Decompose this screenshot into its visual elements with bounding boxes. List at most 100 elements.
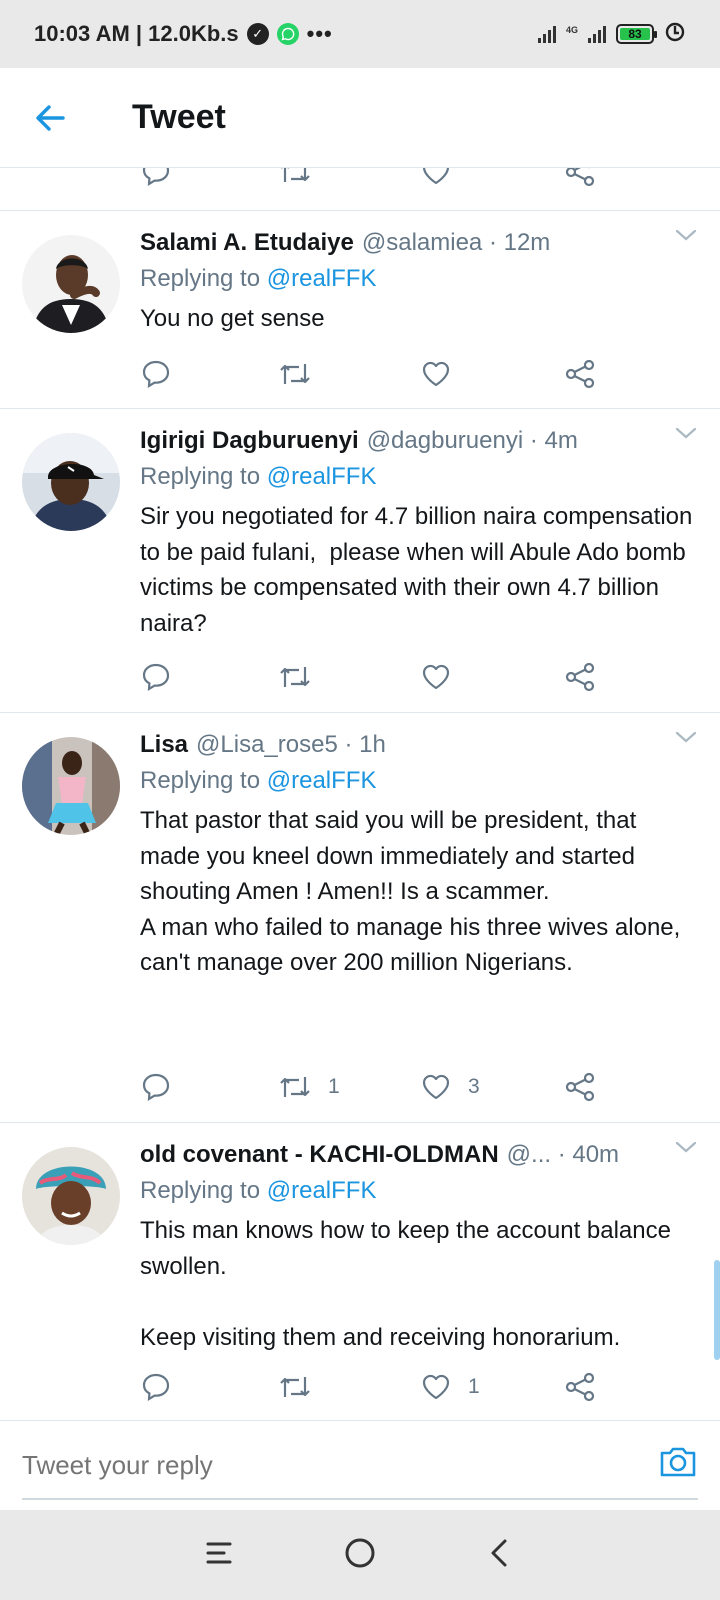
avatar[interactable] xyxy=(22,737,120,835)
tweet-menu-button[interactable] xyxy=(672,419,700,452)
speech-bubble-icon xyxy=(142,1373,170,1402)
author-name[interactable]: old covenant - KACHI-OLDMAN xyxy=(140,1137,499,1173)
author-line: old covenant - KACHI-OLDMAN @... · 40m xyxy=(140,1137,702,1173)
share-icon xyxy=(565,1372,595,1402)
scrollbar-thumb[interactable] xyxy=(714,1260,720,1360)
retweet-count: 1 xyxy=(328,1075,340,1098)
reply-button[interactable] xyxy=(140,168,172,193)
whatsapp-icon xyxy=(276,23,299,45)
tweet-actions xyxy=(140,346,620,402)
status-bar: 10:03 AM | 12.0Kb.s ✓ ••• 4G 83 xyxy=(0,0,720,68)
like-button[interactable]: 1 xyxy=(420,1371,480,1403)
reply-button[interactable] xyxy=(140,661,172,693)
like-button[interactable]: 3 xyxy=(420,1071,480,1103)
tweet-body: Lisa @Lisa_rose5 · 1h Replying to @realF… xyxy=(140,727,702,981)
network-type-label: 4G xyxy=(565,25,578,35)
tweet-actions: 1 3 xyxy=(140,1059,620,1115)
author-name[interactable]: Lisa xyxy=(140,727,188,763)
reply-button[interactable] xyxy=(140,1071,172,1103)
more-notifications-icon: ••• xyxy=(306,21,333,46)
signal-icon xyxy=(537,25,556,43)
status-left: 10:03 AM | 12.0Kb.s ✓ ••• xyxy=(34,21,333,47)
author-line: Igirigi Dagburuenyi @dagburuenyi · 4m xyxy=(140,423,702,459)
share-button[interactable] xyxy=(564,1371,596,1403)
heart-icon xyxy=(422,664,450,690)
retweet-icon xyxy=(280,667,310,687)
system-back-button[interactable] xyxy=(482,1535,518,1576)
speech-bubble-icon xyxy=(142,360,170,389)
share-button[interactable] xyxy=(564,358,596,390)
like-button[interactable] xyxy=(420,168,452,193)
author-name[interactable]: Igirigi Dagburuenyi xyxy=(140,423,359,459)
heart-icon xyxy=(422,361,450,387)
chevron-down-icon xyxy=(675,1141,697,1153)
tweet-menu-button[interactable] xyxy=(672,221,700,254)
share-button[interactable] xyxy=(564,168,596,193)
retweet-button[interactable] xyxy=(278,358,328,390)
previous-tweet-actions xyxy=(140,168,620,196)
like-button[interactable] xyxy=(420,661,468,693)
retweet-icon xyxy=(280,1377,310,1397)
tweet-body: Igirigi Dagburuenyi @dagburuenyi · 4m Re… xyxy=(140,423,702,641)
reply-input[interactable] xyxy=(22,1443,622,1487)
mention-link[interactable]: @realFFK xyxy=(267,265,377,292)
replying-to: Replying to @realFFK xyxy=(140,459,702,495)
speech-bubble-icon xyxy=(142,1073,170,1102)
replying-to: Replying to @realFFK xyxy=(140,1173,702,1209)
avatar[interactable] xyxy=(22,433,120,531)
chevron-down-icon xyxy=(675,229,697,241)
avatar[interactable] xyxy=(22,235,120,333)
back-button[interactable] xyxy=(0,68,100,168)
retweet-button[interactable]: 1 xyxy=(278,1071,340,1103)
retweet-button[interactable] xyxy=(278,1371,328,1403)
author-handle: @Lisa_rose5 · 1h xyxy=(196,731,386,758)
heart-icon xyxy=(422,1074,450,1100)
signal-icon-2 xyxy=(588,25,606,43)
share-button[interactable] xyxy=(564,1071,596,1103)
replying-prefix: Replying to xyxy=(140,767,267,794)
share-icon xyxy=(565,168,595,187)
author-handle: @salamiea · 12m xyxy=(361,229,551,256)
tweet-text: You no get sense xyxy=(140,305,325,332)
home-button[interactable] xyxy=(342,1535,378,1576)
share-icon xyxy=(565,359,595,389)
replying-prefix: Replying to xyxy=(140,265,267,292)
like-count: 3 xyxy=(468,1075,480,1098)
tweet-text: That pastor that said you will be presid… xyxy=(140,807,681,976)
heart-icon xyxy=(422,168,450,185)
author-handle: @... · 40m xyxy=(506,1141,620,1168)
replying-to: Replying to @realFFK xyxy=(140,261,702,297)
tweet-menu-button[interactable] xyxy=(672,723,700,756)
speech-bubble-icon xyxy=(142,168,170,187)
tweet-menu-button[interactable] xyxy=(672,1133,700,1166)
reply-button[interactable] xyxy=(140,358,172,390)
page-title: Tweet xyxy=(132,98,226,136)
system-nav-bar xyxy=(0,1510,720,1600)
tweet-body: Salami A. Etudaiye @salamiea · 12m Reply… xyxy=(140,225,702,337)
reply-button[interactable] xyxy=(140,1371,172,1403)
mention-link[interactable]: @realFFK xyxy=(267,767,377,794)
reply-tweet[interactable]: Salami A. Etudaiye @salamiea · 12m Reply… xyxy=(0,210,720,408)
retweet-icon xyxy=(281,168,310,182)
share-button[interactable] xyxy=(564,661,596,693)
mention-link[interactable]: @realFFK xyxy=(267,1177,377,1204)
mention-link[interactable]: @realFFK xyxy=(267,463,377,490)
author-name[interactable]: Salami A. Etudaiye xyxy=(140,225,354,261)
replying-to: Replying to @realFFK xyxy=(140,763,702,799)
replying-prefix: Replying to xyxy=(140,463,267,490)
reply-input-underline xyxy=(22,1498,698,1500)
retweet-button[interactable] xyxy=(278,661,328,693)
author-line: Salami A. Etudaiye @salamiea · 12m xyxy=(140,225,702,261)
battery-level: 83 xyxy=(620,27,650,41)
reply-tweet[interactable]: old covenant - KACHI-OLDMAN @... · 40m R… xyxy=(0,1122,720,1420)
recent-apps-button[interactable] xyxy=(202,1535,238,1576)
retweet-button[interactable] xyxy=(278,168,312,193)
avatar[interactable] xyxy=(22,1147,120,1245)
replies-feed[interactable]: Salami A. Etudaiye @salamiea · 12m Reply… xyxy=(0,168,720,1420)
camera-icon xyxy=(660,1447,696,1477)
tweet-actions xyxy=(140,649,620,705)
camera-button[interactable] xyxy=(658,1441,698,1486)
reply-tweet[interactable]: Igirigi Dagburuenyi @dagburuenyi · 4m Re… xyxy=(0,408,720,712)
reply-tweet[interactable]: Lisa @Lisa_rose5 · 1h Replying to @realF… xyxy=(0,712,720,1122)
like-button[interactable] xyxy=(420,358,468,390)
